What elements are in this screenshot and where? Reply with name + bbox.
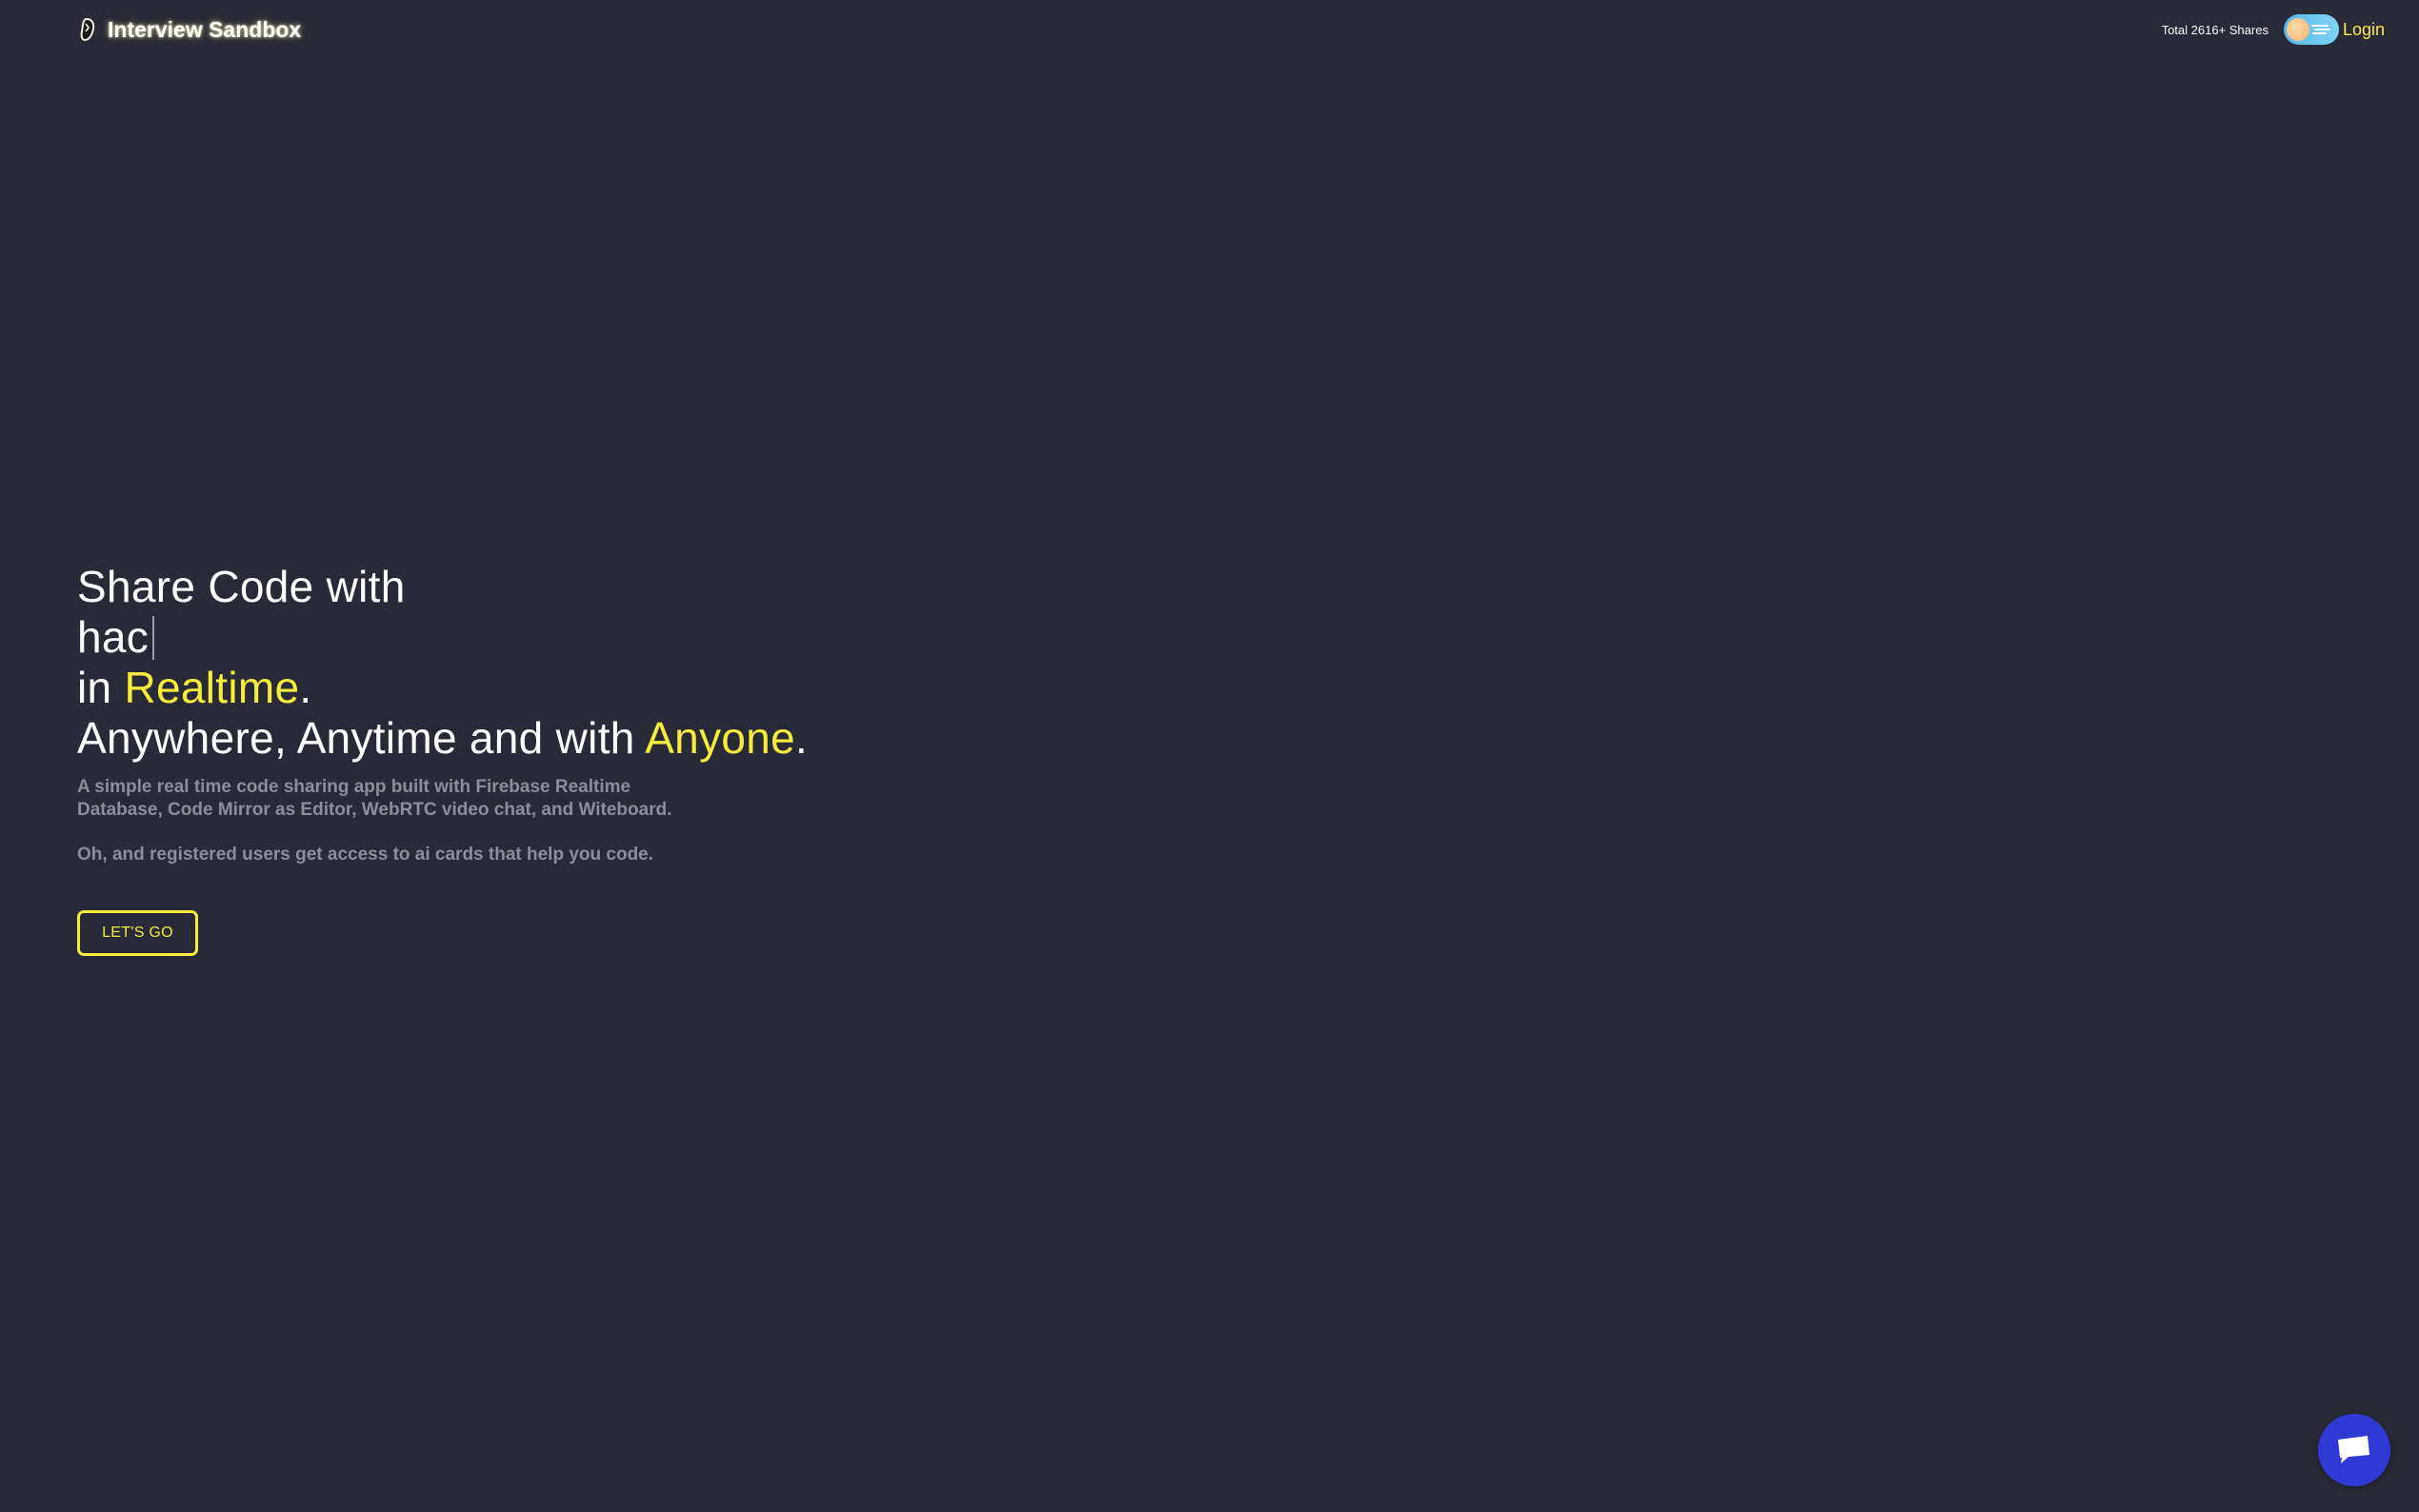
typed-text: hac: [77, 612, 150, 662]
realtime-accent: Realtime: [124, 663, 300, 712]
hero-title-line1: Share Code with: [77, 562, 406, 611]
logo-icon: [77, 17, 98, 42]
chat-button[interactable]: [2318, 1414, 2390, 1486]
brand-link[interactable]: Interview Sandbox: [77, 17, 301, 43]
line4-suffix: .: [795, 713, 809, 763]
chat-icon: [2338, 1436, 2369, 1463]
lets-go-button[interactable]: LET'S GO: [77, 909, 198, 956]
navbar: Interview Sandbox Total 2616+ Shares Log…: [0, 0, 2419, 59]
anyone-accent: Anyone: [645, 713, 796, 763]
hero-typed-line: hac: [77, 612, 934, 663]
line4-prefix: Anywhere, Anytime and with: [77, 713, 646, 763]
hero-title-line4: Anywhere, Anytime and with Anyone.: [77, 713, 934, 764]
login-link[interactable]: Login: [2343, 20, 2385, 40]
line3-suffix: .: [299, 663, 312, 712]
line3-prefix: in: [77, 663, 125, 712]
theme-toggle[interactable]: [2283, 14, 2339, 45]
brand-name: Interview Sandbox: [108, 16, 302, 42]
hero-description: A simple real time code sharing app buil…: [77, 777, 672, 820]
nav-right: Total 2616+ Shares Login: [2162, 14, 2385, 45]
shares-count: Total 2616+ Shares: [2161, 22, 2269, 37]
typing-cursor: [152, 616, 155, 660]
cloud-icon: [2310, 25, 2330, 34]
sun-icon: [2286, 18, 2309, 41]
hero-section: Share Code with hac in Realtime. Anywher…: [77, 562, 934, 956]
hero-ai-note: Oh, and registered users get access to a…: [77, 845, 654, 865]
hero-title-line3: in Realtime.: [77, 663, 934, 713]
